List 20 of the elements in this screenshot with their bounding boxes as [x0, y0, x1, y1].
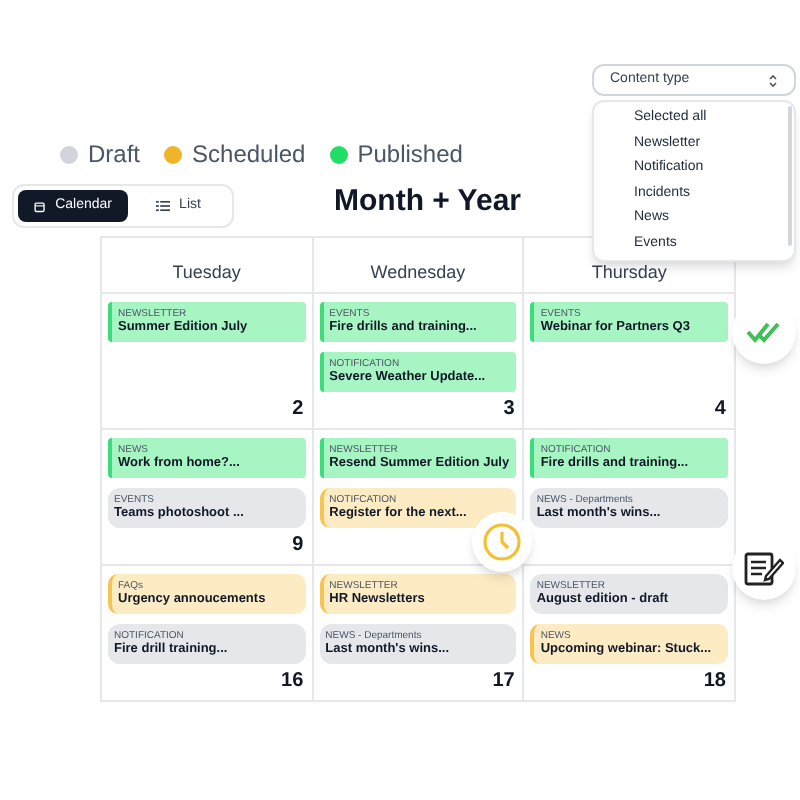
double-check-icon [746, 320, 782, 344]
date-number: 4 [714, 396, 726, 424]
notepad-pencil-icon [744, 550, 784, 586]
date-number: 3 [503, 396, 515, 424]
clock-icon [482, 522, 522, 562]
legend-label: Draft [88, 138, 141, 172]
day-header: Thursday [591, 259, 667, 286]
day-header: Tuesday [172, 259, 241, 286]
date-number: 16 [281, 668, 304, 696]
legend-label: Published [357, 138, 463, 172]
day-header: Wednesday [370, 259, 466, 286]
legend-label: Scheduled [192, 138, 306, 172]
date-number: 9 [292, 532, 304, 560]
date-number: 2 [292, 396, 304, 424]
page-title: Month + Year [334, 182, 522, 222]
list-icon [155, 200, 170, 212]
date-number: 18 [703, 668, 726, 696]
calendar-icon [34, 199, 46, 213]
date-number: 17 [492, 668, 515, 696]
chevron-icon [768, 73, 778, 87]
